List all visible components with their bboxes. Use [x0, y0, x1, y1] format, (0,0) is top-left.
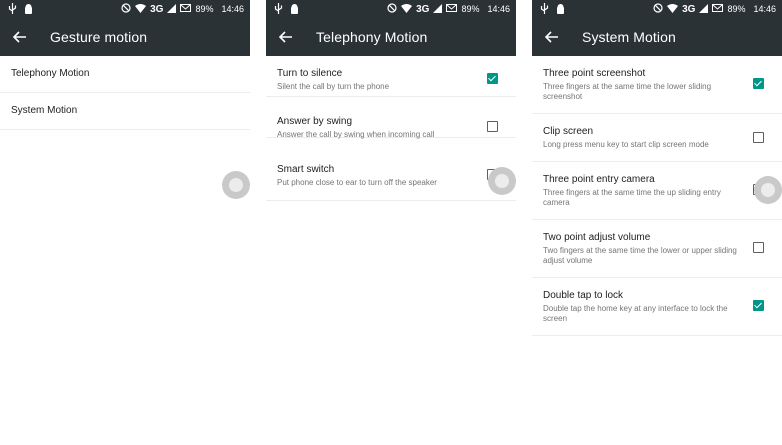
back-arrow-icon[interactable] [276, 27, 296, 47]
wifi-icon [135, 3, 147, 15]
pref-summary: Answer the call by swing when incoming c… [277, 130, 435, 139]
pref-summary: Silent the call by turn the phone [277, 82, 390, 91]
pref-title: Double tap to lock [543, 290, 624, 301]
battery-percent: 89% [461, 4, 480, 14]
notification-icon [180, 4, 192, 14]
signal-icon [167, 3, 177, 15]
android-debug-icon [556, 3, 565, 16]
network-type: 3G [682, 3, 696, 15]
notification-icon [446, 4, 458, 14]
wifi-icon [667, 3, 679, 15]
floating-assistive-ball[interactable] [488, 167, 516, 195]
notification-icon [712, 4, 724, 14]
page-title: System Motion [582, 29, 676, 45]
battery-percent: 89% [727, 4, 746, 14]
do-not-disturb-icon [121, 3, 131, 15]
wifi-icon [401, 3, 413, 15]
pref-summary: Two fingers at the same time the lower o… [543, 246, 737, 265]
app-bar: Telephony Motion [266, 18, 516, 56]
page-title: Telephony Motion [316, 29, 428, 45]
status-bar: 3G 89% 14:46 [266, 0, 516, 18]
checkbox-unchecked[interactable] [487, 121, 498, 132]
battery-percent: 89% [195, 4, 214, 14]
usb-icon [540, 3, 549, 16]
pref-turn-to-silence[interactable]: Turn to silence Silent the call by turn … [266, 56, 516, 97]
list-item-label: Telephony Motion [11, 68, 90, 79]
checkbox-checked[interactable] [753, 78, 764, 89]
signal-icon [433, 3, 443, 15]
pref-summary: Put phone close to ear to turn off the s… [277, 178, 437, 187]
pref-clip-screen[interactable]: Clip screen Long press menu key to start… [532, 114, 782, 162]
pref-title: Clip screen [543, 126, 594, 137]
clock: 14:46 [753, 4, 776, 14]
floating-assistive-ball[interactable] [222, 171, 250, 199]
network-type: 3G [416, 3, 430, 15]
status-bar: 3G 89% 14:46 [0, 0, 250, 18]
pref-three-point-screenshot[interactable]: Three point screenshot Three fingers at … [532, 56, 782, 114]
pref-summary: Three fingers at the same time the up sl… [543, 188, 721, 207]
clock: 14:46 [487, 4, 510, 14]
pref-title: Answer by swing [277, 116, 353, 127]
back-arrow-icon[interactable] [10, 27, 30, 47]
signal-icon [699, 3, 709, 15]
pref-summary: Long press menu key to start clip screen… [543, 140, 709, 149]
pref-answer-by-swing[interactable]: Answer by swing Answer the call by swing… [266, 97, 516, 139]
pref-summary: Double tap the home key at any interface… [543, 304, 728, 323]
pref-two-point-adjust-volume[interactable]: Two point adjust volume Two fingers at t… [532, 220, 782, 278]
checkbox-unchecked[interactable] [753, 242, 764, 253]
page-title: Gesture motion [50, 29, 148, 45]
network-type: 3G [150, 3, 164, 15]
checkbox-checked[interactable] [753, 300, 764, 311]
do-not-disturb-icon [653, 3, 663, 15]
pref-title: Two point adjust volume [543, 232, 651, 243]
pref-summary: Three fingers at the same time the lower… [543, 82, 712, 101]
pref-title: Three point screenshot [543, 68, 646, 79]
android-debug-icon [24, 3, 33, 16]
app-bar: Gesture motion [0, 18, 250, 56]
pref-double-tap-to-lock[interactable]: Double tap to lock Double tap the home k… [532, 278, 782, 336]
back-arrow-icon[interactable] [542, 27, 562, 47]
list-item-system-motion[interactable]: System Motion [0, 93, 250, 130]
pref-title: Turn to silence [277, 68, 343, 79]
clock: 14:46 [221, 4, 244, 14]
checkbox-checked[interactable] [487, 73, 498, 84]
gesture-motion-screen: 3G 89% 14:46 Gesture motion Telephony Mo… [0, 0, 250, 445]
app-bar: System Motion [532, 18, 782, 56]
pref-title: Three point entry camera [543, 174, 655, 185]
list-item-label: System Motion [11, 105, 78, 116]
pref-title: Smart switch [277, 164, 335, 175]
pref-three-point-entry-camera[interactable]: Three point entry camera Three fingers a… [532, 162, 782, 220]
status-bar: 3G 89% 14:46 [532, 0, 782, 18]
pref-smart-switch[interactable]: Smart switch Put phone close to ear to t… [266, 153, 516, 201]
do-not-disturb-icon [387, 3, 397, 15]
list-item-telephony-motion[interactable]: Telephony Motion [0, 56, 250, 93]
system-motion-screen: 3G 89% 14:46 System Motion Three point s… [532, 0, 782, 445]
checkbox-unchecked[interactable] [753, 132, 764, 143]
usb-icon [8, 3, 17, 16]
telephony-motion-screen: 3G 89% 14:46 Telephony Motion Turn to si… [266, 0, 516, 445]
usb-icon [274, 3, 283, 16]
floating-assistive-ball[interactable] [754, 176, 782, 204]
android-debug-icon [290, 3, 299, 16]
